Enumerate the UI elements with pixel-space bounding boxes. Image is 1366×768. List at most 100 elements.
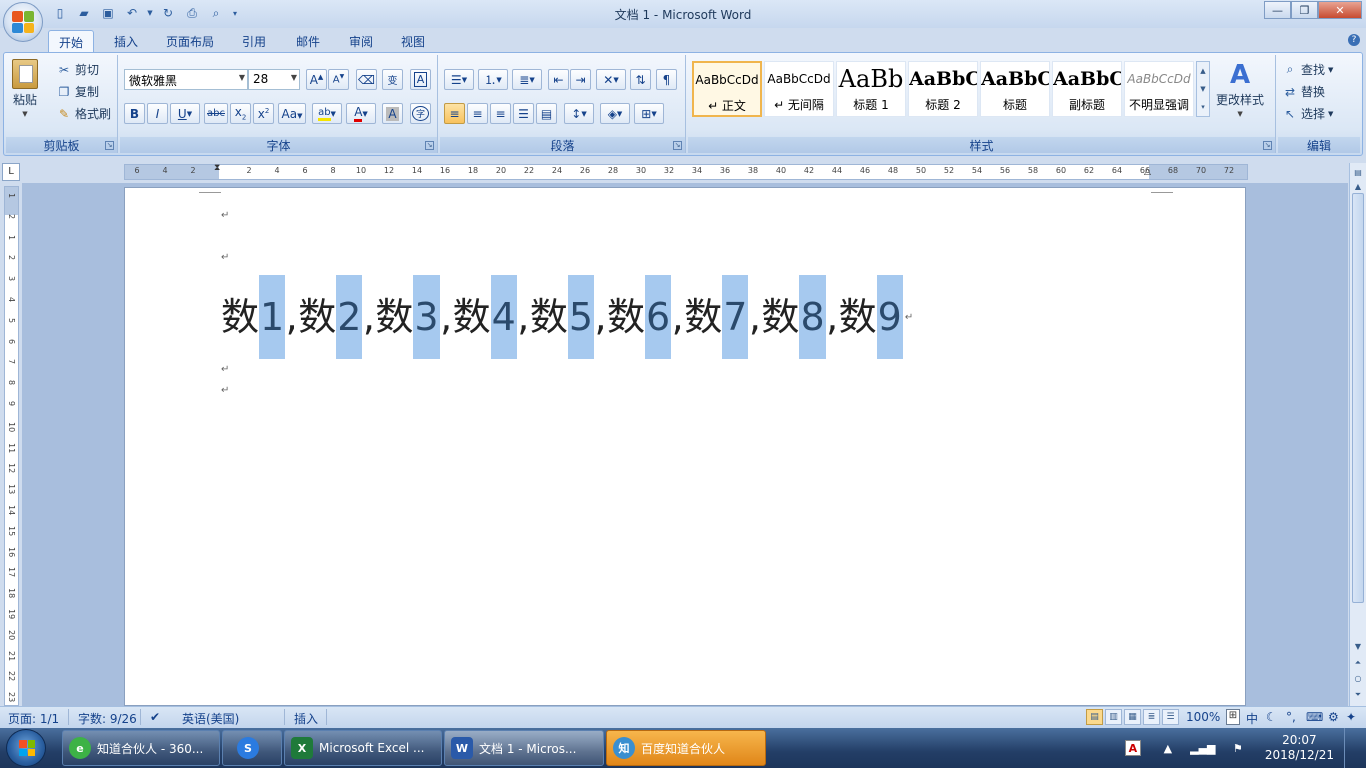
- scroll-down-icon[interactable]: ▼: [1197, 80, 1209, 98]
- ime-mode-icon[interactable]: ⊞: [1226, 709, 1240, 725]
- style-heading-2[interactable]: AaBbC 标题 2: [908, 61, 978, 117]
- taskbar-item-word[interactable]: W 文档 1 - Micros...: [444, 730, 604, 766]
- language-indicator[interactable]: 英语(美国): [182, 710, 239, 727]
- shrink-font-button[interactable]: A▼: [328, 69, 349, 90]
- font-color-button[interactable]: A ▼: [346, 103, 376, 124]
- minimize-button[interactable]: —: [1264, 1, 1291, 19]
- wrench-icon[interactable]: ✦: [1346, 710, 1356, 724]
- cut-button[interactable]: ✂ 剪切: [56, 61, 99, 78]
- tab-insert[interactable]: 插入: [104, 30, 148, 52]
- proofing-icon[interactable]: ✔: [150, 710, 160, 724]
- paste-button[interactable]: 粘贴 ▼: [12, 59, 38, 118]
- highlight-button[interactable]: ab ▼: [312, 103, 342, 124]
- scroll-up-icon[interactable]: ▲: [1197, 62, 1209, 80]
- insert-mode[interactable]: 插入: [294, 710, 318, 727]
- strikethrough-button[interactable]: abc: [204, 103, 228, 124]
- office-button[interactable]: [3, 2, 43, 42]
- bold-button[interactable]: B: [124, 103, 145, 124]
- taskbar-item-360-browser[interactable]: e 知道合伙人 - 360...: [62, 730, 220, 766]
- previous-page-icon[interactable]: ⏶: [1351, 655, 1365, 671]
- borders-button[interactable]: ⊞ ▼: [634, 103, 664, 124]
- char-border-button[interactable]: A: [410, 69, 431, 90]
- style-subtitle[interactable]: AaBbC 副标题: [1052, 61, 1122, 117]
- align-left-button[interactable]: ≡: [444, 103, 465, 124]
- scrollbar-thumb[interactable]: [1352, 193, 1364, 603]
- underline-button[interactable]: U ▼: [170, 103, 200, 124]
- tab-mailings[interactable]: 邮件: [286, 30, 330, 52]
- find-button[interactable]: ⌕ 查找 ▼: [1282, 61, 1334, 78]
- justify-button[interactable]: ☰: [513, 103, 534, 124]
- draft-view-icon[interactable]: ☰: [1162, 709, 1179, 725]
- network-icon[interactable]: ▂▄▆: [1190, 740, 1215, 756]
- chinese-layout-button[interactable]: ✕ ▼: [596, 69, 626, 90]
- paragraph-launcher-icon[interactable]: ↘: [673, 141, 682, 150]
- tab-page-layout[interactable]: 页面布局: [156, 30, 224, 52]
- browse-object-icon[interactable]: ○: [1351, 671, 1365, 687]
- style-heading-1[interactable]: AaBb 标题 1: [836, 61, 906, 117]
- web-layout-icon[interactable]: ▦: [1124, 709, 1141, 725]
- increase-indent-button[interactable]: ⇥: [570, 69, 591, 90]
- taskbar-item-sogou[interactable]: S: [222, 730, 282, 766]
- font-launcher-icon[interactable]: ↘: [425, 141, 434, 150]
- bullets-button[interactable]: ☰ ▼: [444, 69, 474, 90]
- enclose-char-button[interactable]: 字: [410, 103, 431, 124]
- italic-button[interactable]: I: [147, 103, 168, 124]
- horizontal-ruler[interactable]: ⧗ △ 6 4 2 2 4 6 8 10 12 14 16 18 20 22 24 26 28 30 32 34 36 3…: [124, 163, 1248, 180]
- show-desktop-button[interactable]: [1344, 728, 1358, 768]
- shading-button[interactable]: ◈ ▼: [600, 103, 630, 124]
- style-no-spacing[interactable]: AaBbCcDd ↵ 无间隔: [764, 61, 834, 117]
- multilevel-list-button[interactable]: ≣ ▼: [512, 69, 542, 90]
- ime-tray-icon[interactable]: A: [1124, 740, 1141, 756]
- keyboard-icon[interactable]: ⌨: [1306, 710, 1323, 724]
- scroll-down-arrow-icon[interactable]: ▼: [1351, 639, 1365, 655]
- tab-references[interactable]: 引用: [232, 30, 276, 52]
- subscript-button[interactable]: x2: [230, 103, 251, 124]
- print-layout-view-icon[interactable]: ▤: [1086, 709, 1103, 725]
- clear-format-button[interactable]: ⌫: [356, 69, 377, 90]
- document-text-line[interactable]: 数1, 数2, 数3, 数4, 数5, 数6, 数7, 数8, 数9 ↵: [221, 274, 913, 360]
- taskbar-item-baidu[interactable]: 知 百度知道合伙人: [606, 730, 766, 766]
- change-styles-button[interactable]: A 更改样式 ▼: [1216, 61, 1264, 118]
- full-screen-reading-icon[interactable]: ▥: [1105, 709, 1122, 725]
- select-button[interactable]: ↖ 选择 ▼: [1282, 105, 1333, 122]
- vertical-ruler[interactable]: 1212345678910111213141516171819202122232…: [4, 186, 19, 739]
- gallery-more-icon[interactable]: ▾: [1197, 98, 1209, 116]
- clock[interactable]: 20:07 2018/12/21: [1265, 733, 1334, 763]
- moon-icon[interactable]: ☾: [1266, 710, 1277, 724]
- vertical-scrollbar[interactable]: ▤ ▲ ▼ ⏶ ○ ⏷: [1349, 163, 1366, 706]
- change-case-button[interactable]: Aa▼: [278, 103, 306, 124]
- align-center-button[interactable]: ≡: [467, 103, 488, 124]
- document-page[interactable]: ↵ ↵ 数1, 数2, 数3, 数4, 数5, 数6, 数7, 数8, 数9 ↵…: [124, 187, 1246, 706]
- show-hidden-icons[interactable]: ▲: [1151, 740, 1185, 756]
- punctuation-icon[interactable]: °,: [1286, 710, 1296, 724]
- page-count[interactable]: 页面: 1/1: [8, 710, 59, 727]
- help-icon[interactable]: ?: [1348, 34, 1360, 46]
- action-center-icon[interactable]: ⚑: [1221, 740, 1255, 756]
- numbering-button[interactable]: ⒈ ▼: [478, 69, 508, 90]
- font-size-combo[interactable]: 28 ▼: [248, 69, 300, 90]
- style-title[interactable]: AaBbC 标题: [980, 61, 1050, 117]
- zoom-level[interactable]: 100%: [1186, 710, 1220, 724]
- clipboard-launcher-icon[interactable]: ↘: [105, 141, 114, 150]
- line-spacing-button[interactable]: ↕ ▼: [564, 103, 594, 124]
- distributed-button[interactable]: ▤: [536, 103, 557, 124]
- style-normal[interactable]: AaBbCcDd ↵ 正文: [692, 61, 762, 117]
- style-subtle-emphasis[interactable]: AaBbCcDd 不明显强调: [1124, 61, 1194, 117]
- align-right-button[interactable]: ≡: [490, 103, 511, 124]
- decrease-indent-button[interactable]: ⇤: [548, 69, 569, 90]
- style-gallery-scroll[interactable]: ▲ ▼ ▾: [1196, 61, 1210, 117]
- grow-font-button[interactable]: A▲: [306, 69, 327, 90]
- show-marks-button[interactable]: ¶: [656, 69, 677, 90]
- tab-home[interactable]: 开始: [48, 30, 95, 52]
- settings-icon[interactable]: ⚙: [1328, 710, 1339, 724]
- outline-view-icon[interactable]: ≣: [1143, 709, 1160, 725]
- next-page-icon[interactable]: ⏷: [1351, 687, 1365, 703]
- start-button[interactable]: [6, 729, 46, 767]
- tab-view[interactable]: 视图: [391, 30, 435, 52]
- copy-button[interactable]: ❐ 复制: [56, 83, 99, 100]
- replace-button[interactable]: ⇄ 替换: [1282, 83, 1325, 100]
- ime-language[interactable]: 中: [1246, 710, 1258, 727]
- phonetic-guide-button[interactable]: 变: [382, 69, 403, 90]
- font-name-combo[interactable]: 微软雅黑 ▼: [124, 69, 248, 90]
- tab-review[interactable]: 审阅: [339, 30, 383, 52]
